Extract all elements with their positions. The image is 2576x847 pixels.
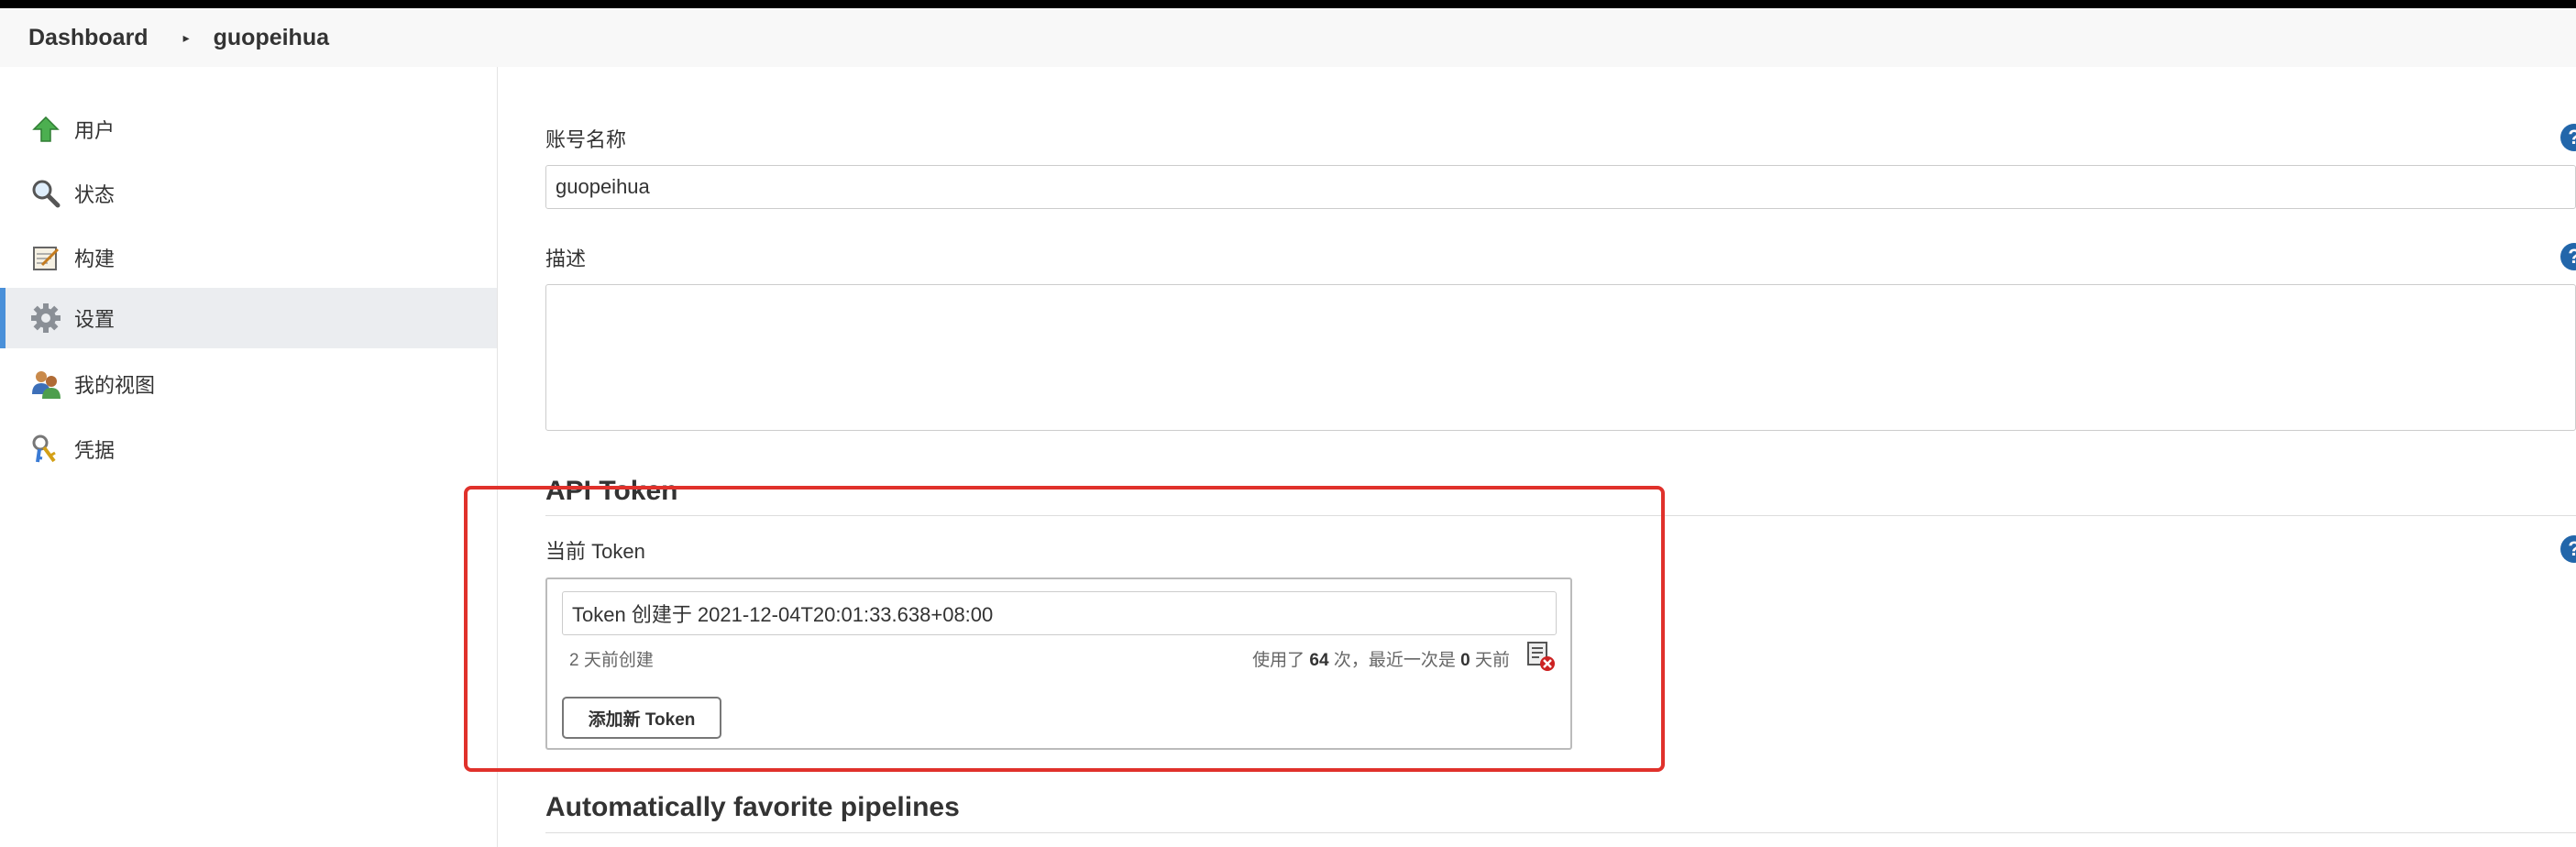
description-help-icon[interactable]: ? — [2560, 243, 2576, 270]
breadcrumb-dashboard-link[interactable]: Dashboard — [28, 25, 149, 51]
sidebar-item-label: 状态 — [74, 183, 116, 206]
description-textarea[interactable] — [545, 284, 2576, 431]
gear-icon — [30, 302, 61, 334]
description-label: 描述 — [545, 248, 587, 270]
up-arrow-icon — [30, 114, 61, 145]
breadcrumb: Dashboard ▸ guopeihua — [0, 8, 2576, 67]
annotation-highlight-box — [464, 486, 1665, 772]
keys-icon — [30, 434, 61, 465]
sidebar-item-my-views[interactable]: 我的视图 — [0, 354, 497, 414]
people-icon — [30, 368, 61, 400]
full-name-label: 账号名称 — [545, 128, 627, 151]
favorite-pipelines-section-title: Automatically favorite pipelines — [545, 792, 960, 822]
sidebar-item-label: 用户 — [74, 119, 116, 142]
notepad-icon — [30, 242, 61, 273]
sidebar-item-status[interactable]: 状态 — [0, 163, 497, 224]
magnifier-icon — [30, 178, 61, 209]
sidebar-item-builds[interactable]: 构建 — [0, 227, 497, 288]
sidebar-item-credentials[interactable]: 凭据 — [0, 419, 497, 479]
api-token-help-icon[interactable]: ? — [2560, 535, 2576, 563]
sidebar-item-settings[interactable]: 设置 — [0, 288, 497, 348]
breadcrumb-separator-icon[interactable]: ▸ — [183, 30, 190, 46]
sidebar-item-label: 设置 — [74, 308, 116, 331]
sidebar: 用户 状态 构建 设置 我的视图 凭据 — [0, 67, 498, 847]
sidebar-item-label: 凭据 — [74, 439, 116, 462]
breadcrumb-user-link[interactable]: guopeihua — [214, 25, 329, 51]
section-divider — [545, 832, 2576, 833]
full-name-input[interactable]: guopeihua — [545, 165, 2576, 209]
top-bar — [0, 0, 2576, 8]
full-name-help-icon[interactable]: ? — [2560, 124, 2576, 151]
sidebar-item-label: 我的视图 — [74, 374, 156, 397]
sidebar-item-user[interactable]: 用户 — [0, 99, 497, 160]
sidebar-item-label: 构建 — [74, 248, 116, 270]
